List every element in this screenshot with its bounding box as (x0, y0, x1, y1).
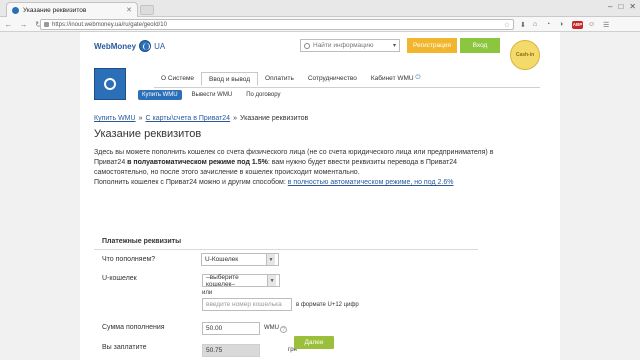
register-button[interactable]: Регистрация (407, 38, 457, 53)
logo-suffix: UA (154, 41, 166, 51)
nav-divider (154, 87, 540, 88)
desc-line-1: Здесь вы можете пополнить кошелек со сче… (94, 149, 494, 156)
desc-line-4: Пополнить кошелек с Приват24 можно и дру… (94, 178, 544, 188)
section-title: Платежные реквизиты (102, 238, 182, 245)
amount-field[interactable]: 50.00 (202, 322, 260, 335)
close-window-icon[interactable]: ✕ (629, 2, 636, 11)
close-tab-icon[interactable]: ✕ (126, 6, 132, 14)
wallet-select-value: –выберите кошелек– (206, 273, 239, 288)
extension-icon[interactable]: ◔ (546, 19, 550, 30)
wallet-select[interactable]: –выберите кошелек– ▼ (202, 273, 280, 288)
nav-item-cabinet-label: Кабинет WMU (370, 74, 414, 82)
breadcrumb-separator: » (233, 115, 237, 122)
webmoney-logo[interactable]: WebMoney UA (94, 40, 165, 52)
nav-item-pay[interactable]: Оплатить (258, 72, 301, 84)
nav-item-cabinet[interactable]: Кабинет WMU ⏻ (364, 72, 428, 84)
address-bar[interactable]: https://inout.webmoney.ua/ru/gate/geoId/… (40, 19, 514, 30)
section-divider (94, 249, 478, 250)
or-label: или (202, 290, 213, 296)
forward-icon[interactable]: → (19, 20, 28, 29)
nav-item-about[interactable]: О Системе (154, 72, 201, 84)
page-content: WebMoney UA Найти информацию ▾ Регистрац… (80, 32, 560, 360)
back-icon[interactable]: ← (4, 20, 13, 29)
desc-text: Приват24 (94, 159, 128, 166)
favicon-icon (12, 6, 19, 14)
bookmark-star-icon[interactable]: ☆ (504, 21, 510, 29)
wallet-number-field[interactable]: введите номер кошелька (202, 298, 292, 311)
home-icon[interactable]: ⌂ (533, 19, 537, 30)
auto-mode-link[interactable]: в полностью автоматическом режиме, но по… (288, 179, 454, 186)
search-placeholder: Найти информацию (313, 42, 374, 49)
menu-icon[interactable]: ☰ (603, 19, 609, 30)
adblock-icon[interactable]: ABP (572, 20, 583, 29)
search-icon (304, 42, 310, 49)
next-button[interactable]: Далее (294, 336, 334, 349)
desc-line-3: самостоятельно, но после этого зачислени… (94, 169, 360, 176)
help-icon[interactable]: ? (280, 326, 287, 333)
pay-amount-field: 50.75 (202, 344, 260, 357)
what-label: Что пополняем? (102, 256, 156, 263)
minimize-icon[interactable]: – (608, 2, 612, 11)
chevron-down-icon: ▼ (266, 254, 275, 265)
description: Здесь вы можете пополнить кошелек со сче… (94, 148, 544, 188)
browser-tab[interactable]: Указание реквизитов ✕ (6, 2, 138, 17)
pocket-icon[interactable]: ◑ (559, 19, 563, 30)
breadcrumb-current: Указание реквизитов (240, 115, 309, 122)
desc-bold: в полуавтоматическом режиме под 1.5% (127, 159, 268, 166)
breadcrumb-link-buy[interactable]: Купить WMU (94, 115, 136, 122)
transfer-icon (94, 68, 126, 100)
coin-icon (104, 78, 116, 90)
cashin-badge[interactable]: Cash-in (510, 40, 540, 70)
desc-text: : вам нужно будет ввести реквизиты перев… (267, 159, 458, 166)
breadcrumb-separator: » (138, 115, 143, 122)
desc-text: Пополнить кошелек с Приват24 можно и дру… (94, 179, 288, 186)
subnav-buy[interactable]: Купить WMU (138, 90, 182, 100)
adblock-icon-wrap: ABP (572, 19, 583, 30)
chevron-down-icon: ▼ (267, 275, 276, 286)
login-button[interactable]: Вход (460, 38, 500, 53)
wallet-label: U-кошелек (102, 275, 137, 282)
logout-icon: ⏻ (415, 74, 421, 81)
globe-icon (139, 40, 152, 52)
browser-toolbar: ← → ↻ https://inout.webmoney.ua/ru/gate/… (0, 17, 640, 32)
nav-item-inout[interactable]: Ввод и вывод (201, 72, 259, 86)
window-controls: – □ ✕ (608, 2, 636, 11)
what-select[interactable]: U-Кошелек ▼ (201, 253, 279, 266)
breadcrumb-link-card[interactable]: С карты\счета в Приват24 (145, 115, 230, 122)
amount-currency: WMU (264, 325, 279, 331)
subnav-contract[interactable]: По договору (242, 90, 284, 100)
browser-tabbar: Указание реквизитов ✕ – □ ✕ (0, 0, 640, 17)
lock-icon (44, 22, 49, 27)
pay-label: Вы заплатите (102, 344, 147, 351)
desc-line-2: Приват24 в полуавтоматическом режиме под… (94, 158, 544, 168)
subnav-withdraw[interactable]: Вывести WMU (188, 90, 237, 100)
logo-text: WebMoney (94, 41, 137, 51)
search-input[interactable]: Найти информацию ▾ (300, 39, 400, 52)
chevron-down-icon[interactable]: ▾ (393, 42, 396, 49)
tab-title: Указание реквизитов (23, 6, 87, 14)
sub-nav: Купить WMU Вывести WMU По договору (138, 90, 284, 100)
new-tab-button[interactable] (140, 5, 154, 15)
what-select-value: U-Кошелек (205, 256, 239, 263)
settings-icon[interactable]: ☺ (588, 19, 595, 30)
wallet-format-hint: в формате U+12 цифр (296, 302, 359, 308)
page-title: Указание реквизитов (94, 128, 202, 140)
url-text: https://inout.webmoney.ua/ru/gate/geoId/… (52, 21, 167, 28)
maximize-icon[interactable]: □ (618, 2, 623, 11)
amount-label: Сумма пополнения (102, 324, 165, 331)
nav-item-partners[interactable]: Сотрудничество (301, 72, 364, 84)
download-icon[interactable]: ⬇ (520, 19, 526, 30)
breadcrumb: Купить WMU » С карты\счета в Приват24 » … (94, 115, 308, 122)
main-nav: О Системе Ввод и вывод Оплатить Сотрудни… (154, 72, 428, 86)
